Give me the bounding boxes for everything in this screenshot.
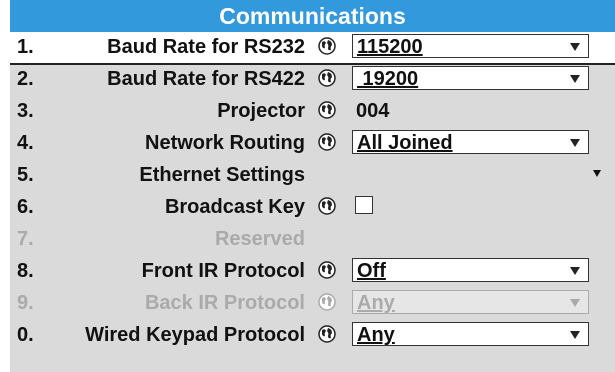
globe-icon — [317, 132, 337, 152]
row-label: Reserved — [214, 228, 305, 250]
dropdown-value: Any — [357, 292, 395, 314]
menu-title: Communications — [10, 0, 615, 32]
row-label: Wired Keypad Protocol — [85, 324, 305, 346]
row-number: 2. — [17, 68, 34, 90]
row-label: Projector — [217, 100, 305, 122]
row-label: Ethernet Settings — [139, 164, 305, 186]
menu-row-ethernet-settings[interactable]: 5. Ethernet Settings — [10, 160, 615, 191]
dropdown-value: 19200 — [357, 68, 419, 90]
chevron-down-icon — [570, 75, 580, 83]
row-label: Baud Rate for RS422 — [107, 68, 305, 90]
menu-row-back-ir-protocol: 9. Back IR Protocol Any — [10, 288, 615, 319]
menu-row-baud-rs232[interactable]: 1. Baud Rate for RS232 115200 — [10, 32, 615, 65]
submenu-arrow-icon[interactable] — [593, 170, 601, 177]
menu-row-projector[interactable]: 3. Projector 004 — [10, 96, 615, 127]
baud-rs422-dropdown[interactable]: 19200 — [352, 66, 589, 90]
menu-row-baud-rs422[interactable]: 2. Baud Rate for RS422 19200 — [10, 64, 615, 95]
dropdown-value: Off — [357, 260, 386, 282]
globe-icon — [317, 324, 337, 344]
globe-icon — [317, 100, 337, 120]
row-label: Front IR Protocol — [141, 260, 305, 282]
back-ir-protocol-dropdown: Any — [352, 290, 589, 314]
menu-row-wired-keypad-protocol[interactable]: 0. Wired Keypad Protocol Any — [10, 320, 615, 351]
chevron-down-icon — [570, 331, 580, 339]
row-label: Back IR Protocol — [144, 292, 305, 314]
menu-row-reserved: 7. Reserved — [10, 224, 615, 255]
dropdown-value: All Joined — [357, 132, 453, 154]
row-number: 0. — [17, 324, 34, 346]
globe-icon — [317, 260, 337, 280]
projector-number-value[interactable]: 004 — [356, 100, 389, 123]
network-routing-dropdown[interactable]: All Joined — [352, 130, 589, 154]
row-number: 4. — [17, 132, 34, 154]
row-number: 9. — [17, 292, 34, 314]
chevron-down-icon — [570, 267, 580, 275]
row-label: Broadcast Key — [164, 196, 305, 218]
communications-menu: Communications 1. Baud Rate for RS232 11… — [0, 0, 615, 372]
row-number: 6. — [17, 196, 34, 218]
menu-row-front-ir-protocol[interactable]: 8. Front IR Protocol Off — [10, 256, 615, 287]
baud-rs232-dropdown[interactable]: 115200 — [352, 34, 589, 58]
chevron-down-icon — [570, 139, 580, 147]
globe-icon — [317, 292, 337, 312]
globe-icon — [317, 68, 337, 88]
dropdown-value: Any — [357, 324, 395, 346]
wired-keypad-protocol-dropdown[interactable]: Any — [352, 322, 589, 346]
row-number: 1. — [17, 36, 34, 58]
row-number: 8. — [17, 260, 34, 282]
row-label: Baud Rate for RS232 — [107, 36, 305, 58]
dropdown-value: 115200 — [357, 36, 423, 58]
broadcast-key-checkbox[interactable] — [355, 196, 373, 214]
chevron-down-icon — [570, 43, 580, 51]
menu-row-network-routing[interactable]: 4. Network Routing All Joined — [10, 128, 615, 159]
front-ir-protocol-dropdown[interactable]: Off — [352, 258, 589, 282]
row-label: Network Routing — [145, 132, 305, 154]
menu-body: 1. Baud Rate for RS232 115200 2. Baud Ra… — [10, 32, 615, 372]
globe-icon — [317, 196, 337, 216]
row-number: 5. — [17, 164, 34, 186]
row-number: 3. — [17, 100, 34, 122]
menu-row-broadcast-key[interactable]: 6. Broadcast Key — [10, 192, 615, 223]
chevron-down-icon — [570, 299, 580, 307]
globe-icon — [317, 36, 337, 56]
row-number: 7. — [17, 228, 34, 250]
